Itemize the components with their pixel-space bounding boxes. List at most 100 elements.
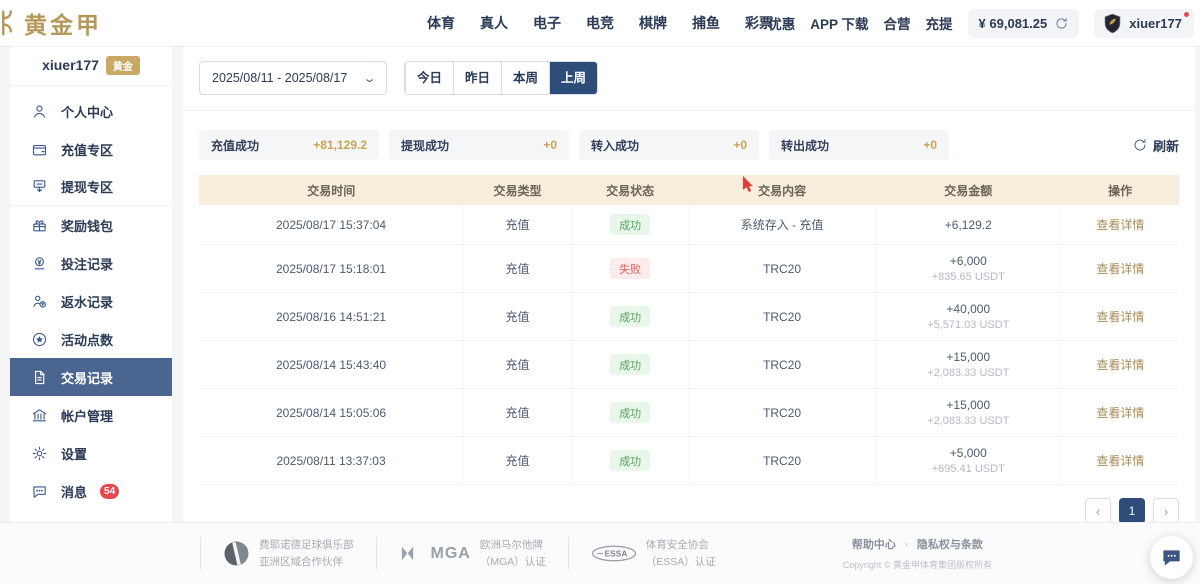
view-details-link[interactable]: 查看详情 <box>1096 454 1144 468</box>
sidebar-item[interactable]: 投注记录 <box>10 244 172 282</box>
cell-amount: +6,129.2 <box>875 205 1061 245</box>
cell-action: 查看详情 <box>1061 389 1179 437</box>
table-row: 2025/08/17 15:18:01 充值 失败 TRC20 +6,000 +… <box>199 245 1179 293</box>
period-tab[interactable]: 今日 <box>405 62 453 94</box>
sidebar-item[interactable]: 帐户管理 <box>10 396 172 434</box>
amount-main: +40,000 <box>880 302 1057 316</box>
document-icon <box>31 369 48 386</box>
brand-emblem-icon <box>0 8 21 38</box>
table-header-cell: 交易金额 <box>875 175 1061 205</box>
table-row: 2025/08/14 15:43:40 充值 成功 TRC20 +15,000 … <box>199 341 1179 389</box>
table-body: 2025/08/17 15:37:04 充值 成功 系统存入 - 充值 +6,1… <box>199 205 1179 485</box>
partner-logo-text: MGA <box>431 545 471 563</box>
transactions-panel: 2025/08/11 - 2025/08/17 ⌄ 今日昨日本周上周 充值成功 … <box>183 46 1195 522</box>
footer-link-separator-icon: › <box>905 539 908 549</box>
main-nav: 体育 真人 电子 电竞 棋牌 捕鱼 彩票 <box>427 13 773 33</box>
sidebar-username: xiuer177 <box>42 57 99 73</box>
header-username: xiuer177 <box>1129 16 1182 31</box>
balance-pill[interactable]: ¥ 69,081.25 <box>968 9 1080 38</box>
refresh-balance-icon[interactable] <box>1055 17 1068 30</box>
sidebar-item[interactable]: 消息 54 <box>10 472 172 510</box>
sidebar-item[interactable]: 提现专区 <box>10 168 172 206</box>
header-link[interactable]: APP 下载 <box>810 13 868 33</box>
nav-item[interactable]: 真人 <box>480 13 508 33</box>
sidebar-item[interactable]: 返水记录 <box>10 282 172 320</box>
cell-status: 成功 <box>571 293 689 341</box>
table-header: 交易时间交易类型交易状态交易内容交易金额操作 <box>199 175 1179 205</box>
view-details-link[interactable]: 查看详情 <box>1096 310 1144 324</box>
cell-action: 查看详情 <box>1061 245 1179 293</box>
cell-time: 2025/08/11 13:37:03 <box>199 437 464 485</box>
partner-line2: （MGA）认证 <box>480 554 546 570</box>
view-details-link[interactable]: 查看详情 <box>1096 218 1144 232</box>
sidebar-item[interactable]: 设置 <box>10 434 172 472</box>
sidebar-item[interactable]: 充值专区 <box>10 130 172 168</box>
amount-main: +15,000 <box>880 398 1057 412</box>
user-menu[interactable]: xiuer177 <box>1094 9 1194 38</box>
table-header-cell: 操作 <box>1061 175 1179 205</box>
help-center-link[interactable]: 帮助中心 <box>852 536 896 552</box>
summary-value: +81,129.2 <box>313 138 367 152</box>
next-page-button[interactable]: › <box>1153 498 1179 524</box>
status-badge: 成功 <box>610 402 650 423</box>
current-page-button[interactable]: 1 <box>1119 498 1145 524</box>
summary-pill: 转入成功 +0 <box>579 130 759 160</box>
period-tab[interactable]: 上周 <box>549 62 597 94</box>
prev-page-button[interactable]: ‹ <box>1085 498 1111 524</box>
nav-item[interactable]: 体育 <box>427 13 455 33</box>
header-link[interactable]: 充提 <box>926 13 953 33</box>
nav-item[interactable]: 电子 <box>533 13 561 33</box>
sidebar-item[interactable]: 个人中心 <box>10 92 172 130</box>
summary-label: 充值成功 <box>211 137 259 154</box>
view-details-link[interactable]: 查看详情 <box>1096 358 1144 372</box>
sidebar-item-label: 充值专区 <box>61 140 113 159</box>
status-badge: 成功 <box>610 306 650 327</box>
table-row: 2025/08/14 15:05:06 充值 成功 TRC20 +15,000 … <box>199 389 1179 437</box>
partner-line2: （ESSA）认证 <box>646 554 716 570</box>
amount-usdt: +695.41 USDT <box>880 463 1057 475</box>
cell-type: 充值 <box>464 341 572 389</box>
bank-icon <box>31 407 48 424</box>
nav-item[interactable]: 棋牌 <box>639 13 667 33</box>
filter-row: 2025/08/11 - 2025/08/17 ⌄ 今日昨日本周上周 <box>199 61 1179 95</box>
brand-logo[interactable]: 黄金甲 <box>0 6 208 40</box>
balance-amount: ¥ 69,081.25 <box>979 16 1048 31</box>
view-details-link[interactable]: 查看详情 <box>1096 262 1144 276</box>
sidebar-item-label: 个人中心 <box>61 102 113 121</box>
header-link[interactable]: 合营 <box>884 13 911 33</box>
customer-service-button[interactable] <box>1150 536 1193 579</box>
cell-status: 成功 <box>571 341 689 389</box>
refresh-icon <box>1133 138 1147 152</box>
amount-usdt: +2,083.33 USDT <box>880 415 1057 427</box>
sidebar-item[interactable]: 活动点数 <box>10 320 172 358</box>
cell-action: 查看详情 <box>1061 205 1179 245</box>
partner-line1: 欧洲马尔他牌 <box>480 537 546 553</box>
summary-pills: 充值成功 +81,129.2 提现成功 +0 转入成功 +0 转出成功 +0 <box>199 130 949 160</box>
avatar-shield-icon <box>1103 13 1122 34</box>
vip-level-badge: 黄金 <box>106 56 140 75</box>
table-header-cell: 交易状态 <box>571 175 689 205</box>
notification-dot <box>1184 12 1189 17</box>
essa-icon: ESSA <box>591 545 637 562</box>
top-header: 黄金甲 体育真人电子电竞棋牌捕鱼彩票 优惠APP 下载合营充提 ¥ 69,081… <box>0 0 1200 46</box>
partner-line1: 体育安全协会 <box>646 537 716 553</box>
nav-item[interactable]: 捕鱼 <box>692 13 720 33</box>
partner-item: 费耶诺德足球俱乐部 亚洲区域合作伙伴 <box>200 537 376 570</box>
bet-record-icon <box>31 255 48 272</box>
nav-item[interactable]: 彩票 <box>745 13 773 33</box>
sidebar-item-label: 奖励钱包 <box>61 216 113 235</box>
sidebar-item[interactable]: 交易记录 <box>10 358 172 396</box>
cell-time: 2025/08/14 15:43:40 <box>199 341 464 389</box>
sidebar-item-label: 消息 <box>61 482 87 501</box>
cell-amount: +5,000 +695.41 USDT <box>875 437 1061 485</box>
view-details-link[interactable]: 查看详情 <box>1096 406 1144 420</box>
date-range-select[interactable]: 2025/08/11 - 2025/08/17 ⌄ <box>199 61 387 95</box>
refresh-button[interactable]: 刷新 <box>1133 136 1179 155</box>
period-tab[interactable]: 昨日 <box>453 62 501 94</box>
sidebar-item[interactable]: 奖励钱包 <box>10 206 172 244</box>
privacy-terms-link[interactable]: 隐私权与条款 <box>917 536 983 552</box>
cell-type: 充值 <box>464 437 572 485</box>
period-tab[interactable]: 本周 <box>501 62 549 94</box>
nav-item[interactable]: 电竞 <box>586 13 614 33</box>
cell-content: 系统存入 - 充值 <box>689 205 875 245</box>
